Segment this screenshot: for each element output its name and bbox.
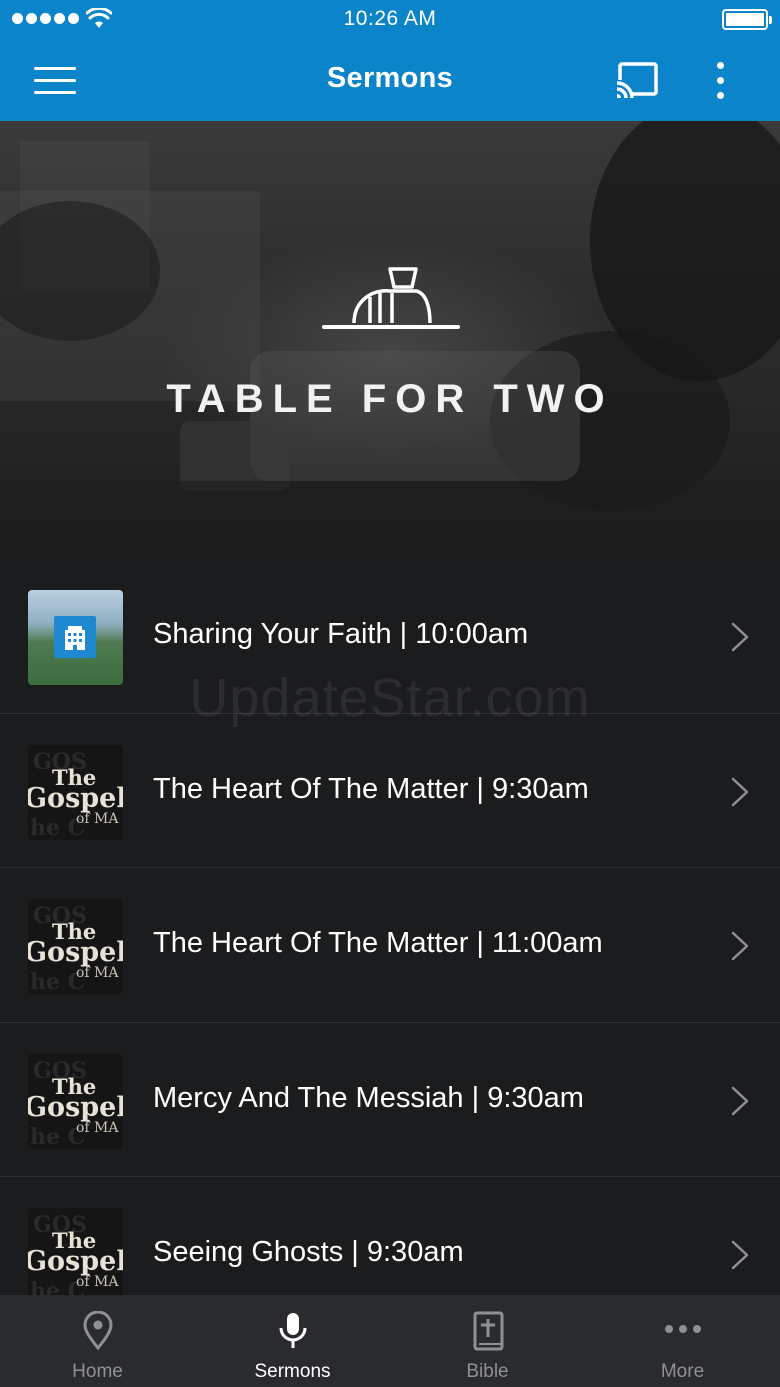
more-options-button[interactable] xyxy=(700,56,740,104)
sermon-list[interactable]: Sharing Your Faith | 10:00am UpdateStar.… xyxy=(0,559,780,1295)
sermon-title: Mercy And The Messiah | 9:30am xyxy=(153,1081,584,1114)
app-header: 10:26 AM Sermons xyxy=(0,0,780,121)
tab-home[interactable]: Home xyxy=(0,1295,195,1387)
chevron-right-icon xyxy=(731,622,749,652)
chevron-right-icon xyxy=(731,1086,749,1115)
building-icon xyxy=(65,626,85,650)
battery-icon xyxy=(722,9,772,30)
menu-button[interactable] xyxy=(34,58,84,102)
gospel-series-art: GOS he C The Gospel of MA xyxy=(28,1212,123,1295)
location-pin-icon xyxy=(82,1311,113,1351)
sermon-list-item[interactable]: GOS he C The Gospel of MA Seeing Ghosts … xyxy=(0,1177,780,1295)
series-title: TABLE FOR TWO xyxy=(166,377,614,421)
bottom-tab-bar: Home Sermons Bible More xyxy=(0,1295,780,1387)
sermon-thumbnail: GOS he C The Gospel of MA xyxy=(28,899,123,994)
series-banner[interactable]: TABLE FOR TWO xyxy=(0,121,780,559)
sermon-thumbnail: GOS he C The Gospel of MA xyxy=(28,744,123,840)
tab-label: Bible xyxy=(466,1361,509,1382)
status-time: 10:26 AM xyxy=(343,7,437,30)
bible-icon xyxy=(473,1311,503,1351)
tab-label: Home xyxy=(72,1361,123,1382)
tab-label: More xyxy=(660,1361,705,1382)
gospel-series-art: GOS he C The Gospel of MA xyxy=(28,903,123,994)
sermon-thumbnail: GOS he C The Gospel of MA xyxy=(28,1053,123,1149)
sermon-thumbnail: GOS he C The Gospel of MA xyxy=(28,1208,123,1295)
table-for-two-logo-icon xyxy=(322,267,460,329)
tab-more[interactable]: More xyxy=(585,1295,780,1387)
tab-bible[interactable]: Bible xyxy=(390,1295,585,1387)
cast-button[interactable] xyxy=(612,58,664,102)
sermon-title: The Heart Of The Matter | 11:00am xyxy=(153,927,603,959)
app-bar: Sermons xyxy=(0,40,780,121)
gospel-series-art: GOS he C The Gospel of MA xyxy=(28,749,123,840)
chevron-right-icon xyxy=(731,931,749,961)
more-horiz-icon xyxy=(664,1325,701,1333)
banner-background-image xyxy=(0,121,780,559)
svg-text:of MA: of MA xyxy=(76,965,119,981)
chevron-right-icon xyxy=(731,1240,749,1270)
chevron-right-icon xyxy=(731,777,749,806)
svg-text:of MA: of MA xyxy=(76,1274,119,1290)
gospel-series-art: GOS he C The Gospel of MA xyxy=(28,1058,123,1149)
status-bar: 10:26 AM xyxy=(0,0,780,40)
svg-text:of MA: of MA xyxy=(76,1120,119,1136)
sermon-title: The Heart Of The Matter | 9:30am xyxy=(153,772,589,805)
svg-text:Gospel: Gospel xyxy=(28,937,123,968)
sermon-title: Seeing Ghosts | 9:30am xyxy=(153,1236,464,1268)
tab-label: Sermons xyxy=(254,1361,331,1382)
tab-sermons[interactable]: Sermons xyxy=(195,1295,390,1387)
svg-text:of MA: of MA xyxy=(76,811,119,827)
svg-text:Gospel: Gospel xyxy=(28,1246,123,1277)
microphone-icon xyxy=(279,1313,306,1348)
svg-text:Gospel: Gospel xyxy=(28,783,123,814)
svg-text:Gospel: Gospel xyxy=(28,1092,123,1123)
sermon-thumbnail xyxy=(28,590,123,685)
sermon-list-item[interactable]: GOS he C The Gospel of MA Mercy And The … xyxy=(0,1023,780,1177)
sermon-list-item[interactable]: Sharing Your Faith | 10:00am UpdateStar.… xyxy=(0,559,780,728)
sermon-title: Sharing Your Faith | 10:00am xyxy=(153,618,529,650)
menu-icon xyxy=(34,66,76,70)
sermon-list-item[interactable]: GOS he C The Gospel of MA The Heart Of T… xyxy=(0,868,780,1023)
sermon-list-item[interactable]: GOS he C The Gospel of MA The Heart Of T… xyxy=(0,714,780,868)
